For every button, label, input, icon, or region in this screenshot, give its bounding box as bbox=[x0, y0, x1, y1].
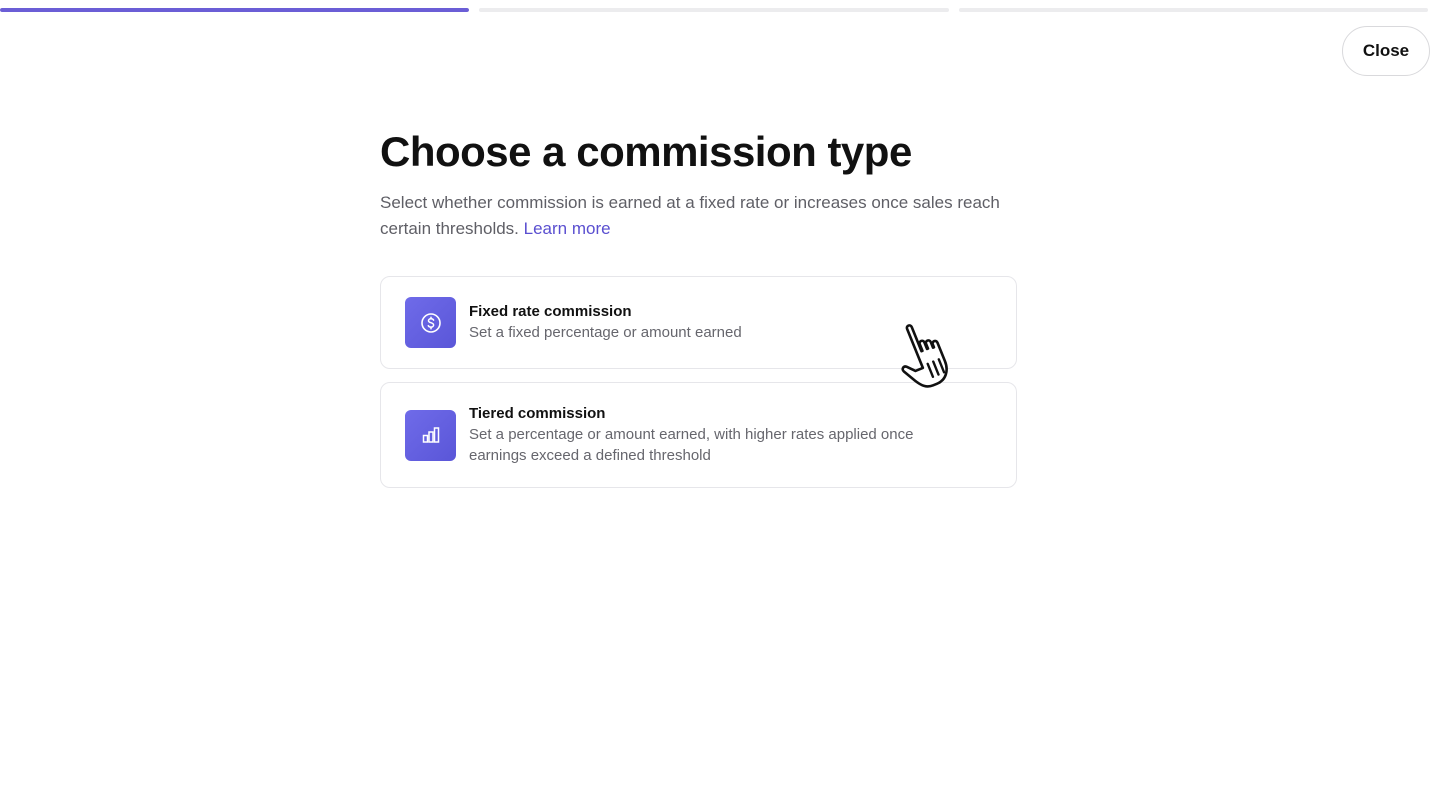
dollar-circle-icon bbox=[405, 297, 456, 348]
progress-step bbox=[479, 8, 949, 12]
bar-chart-icon bbox=[405, 409, 456, 461]
commission-type-page: Close Choose a commission type Select wh… bbox=[0, 0, 1440, 800]
tiered-option-description: Set a percentage or amount earned, with … bbox=[469, 426, 914, 464]
fixed-rate-option-text: Fixed rate commission Set a fixed percen… bbox=[469, 302, 742, 343]
fixed-rate-option-description: Set a fixed percentage or amount earned bbox=[469, 324, 742, 341]
page-title: Choose a commission type bbox=[380, 128, 912, 175]
progress-step bbox=[0, 8, 470, 12]
page-subtitle: Select whether commission is earned at a… bbox=[380, 190, 1000, 242]
progress-step bbox=[958, 8, 1428, 12]
progress-step-fill bbox=[0, 8, 470, 12]
learn-more-link[interactable]: Learn more bbox=[524, 219, 611, 238]
tiered-option-text: Tiered commission Set a percentage or am… bbox=[469, 404, 969, 466]
progress-steps bbox=[0, 8, 1428, 12]
tiered-option[interactable]: Tiered commission Set a percentage or am… bbox=[380, 382, 1017, 488]
main-content: Choose a commission type Select whether … bbox=[380, 128, 1020, 488]
fixed-rate-option[interactable]: Fixed rate commission Set a fixed percen… bbox=[380, 276, 1017, 369]
close-button[interactable]: Close bbox=[1342, 26, 1430, 76]
commission-options: Fixed rate commission Set a fixed percen… bbox=[380, 276, 1017, 488]
tiered-option-title: Tiered commission bbox=[469, 405, 606, 422]
subtitle-text: Select whether commission is earned at a… bbox=[380, 193, 1000, 238]
fixed-rate-option-title: Fixed rate commission bbox=[469, 303, 632, 320]
